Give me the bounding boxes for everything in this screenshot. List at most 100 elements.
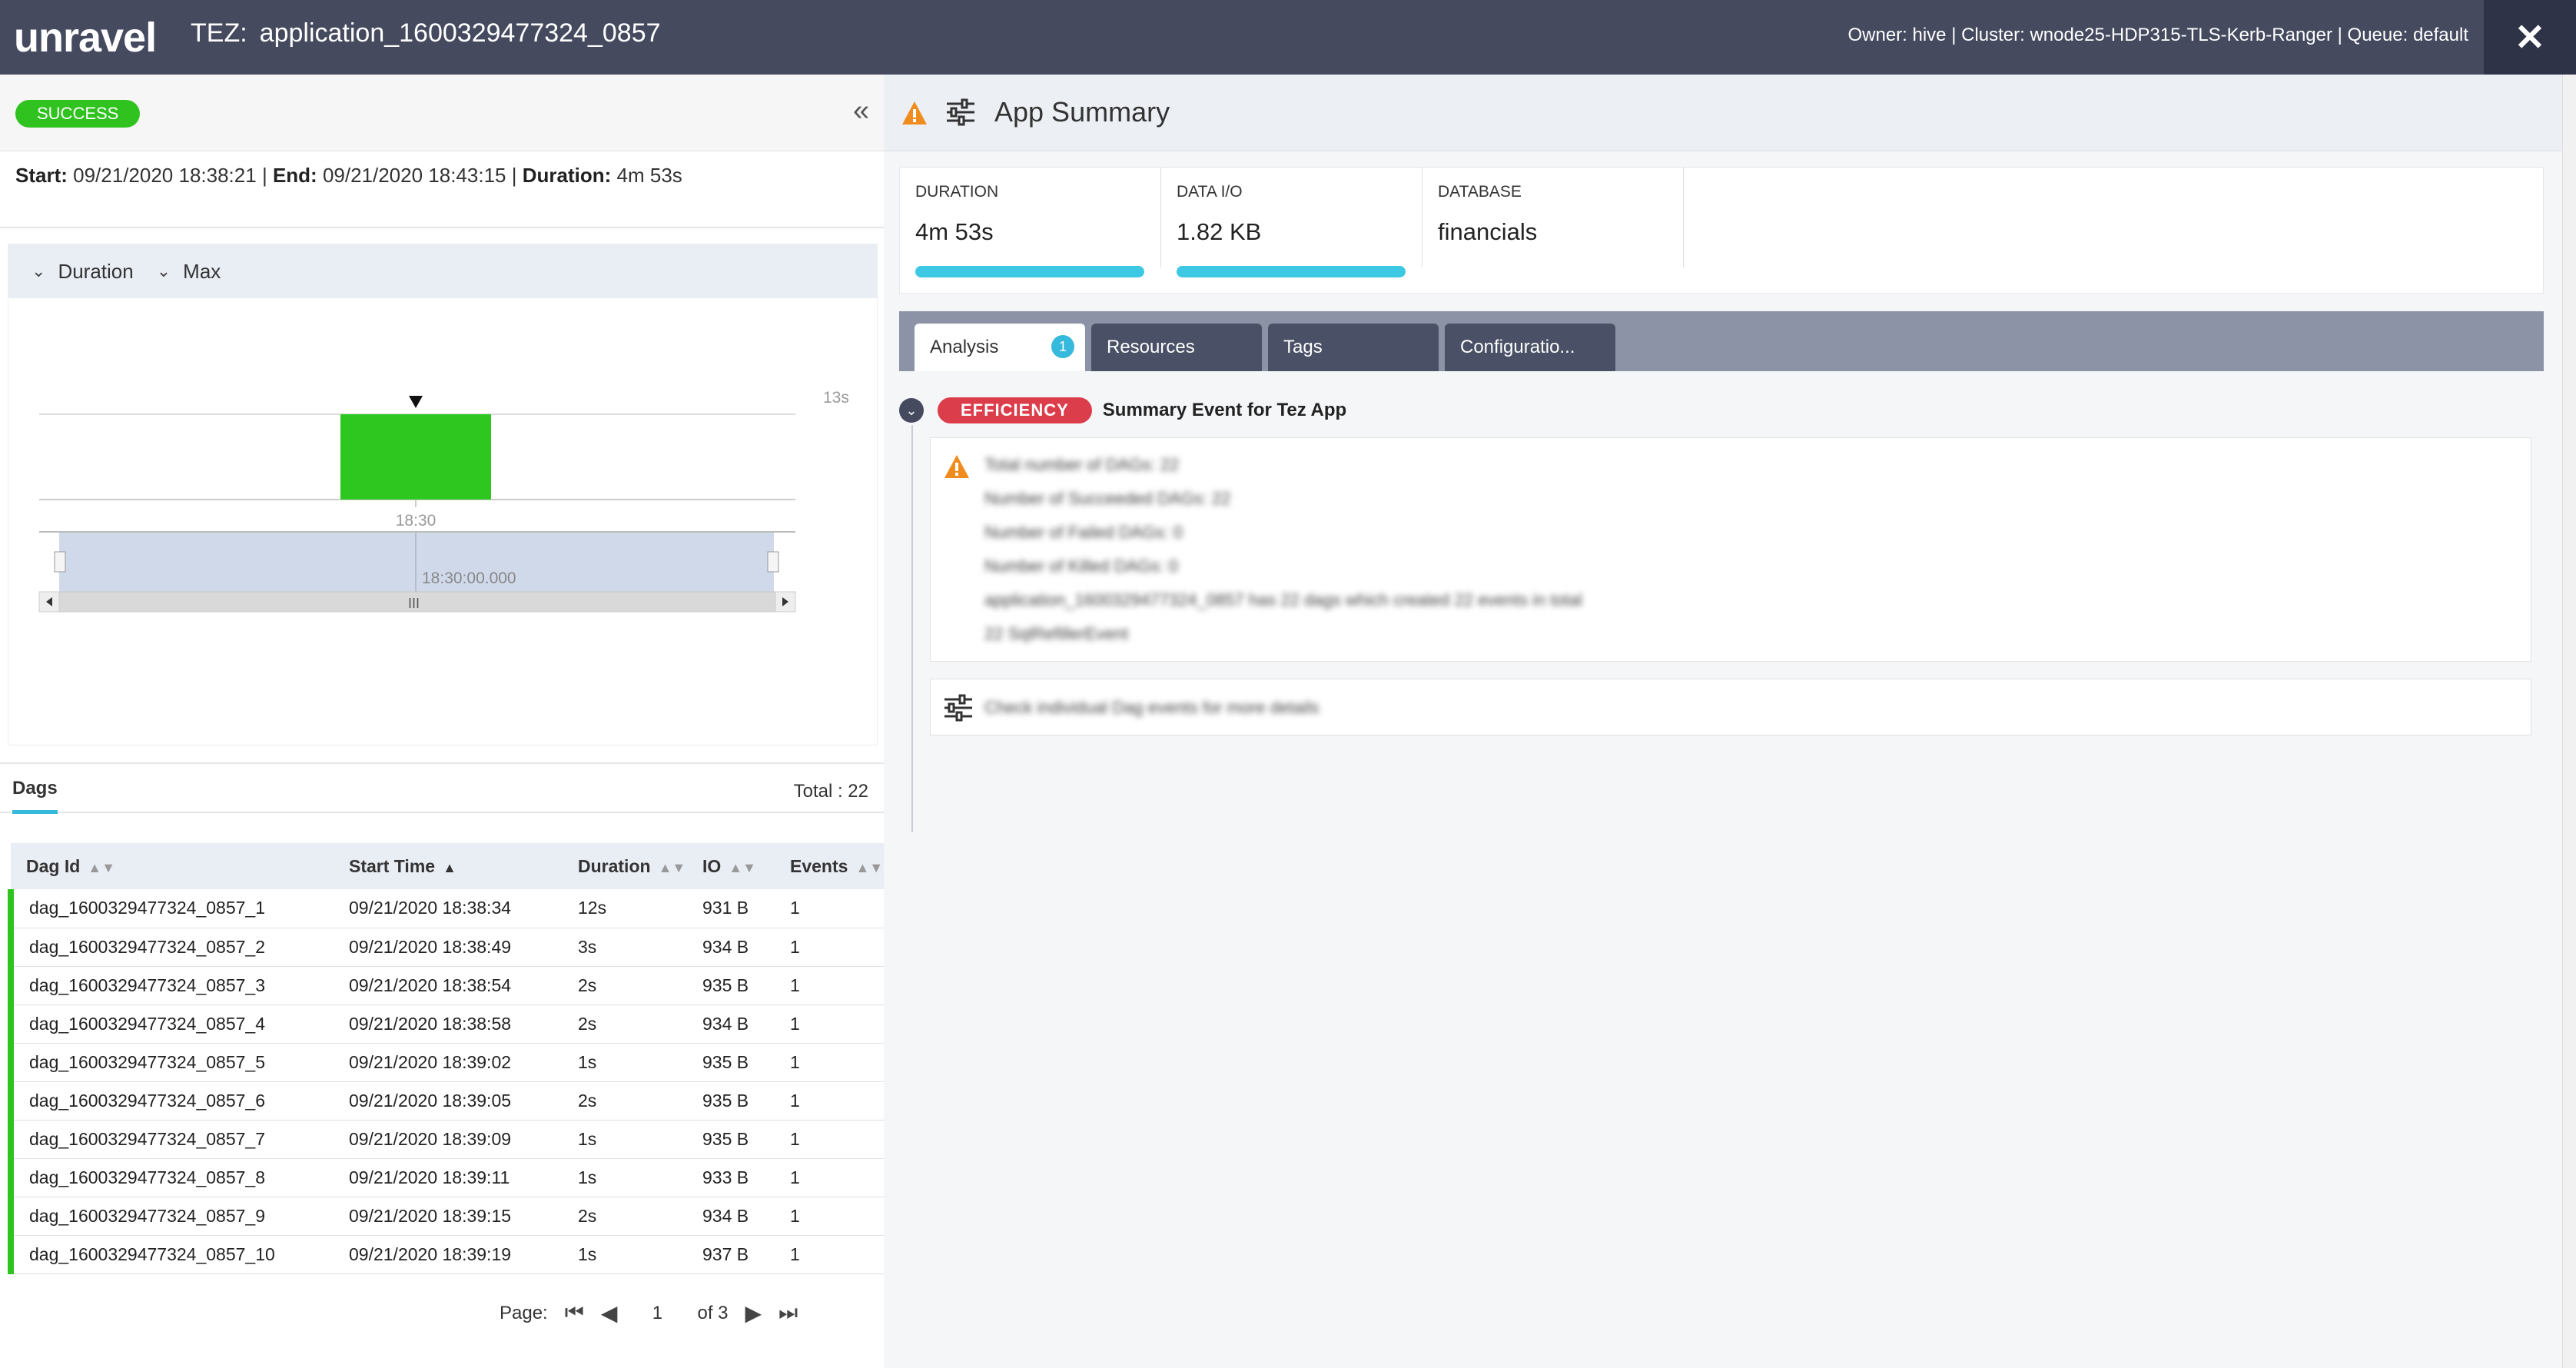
tab-analysis[interactable]: Analysis 1	[915, 324, 1085, 371]
table-row[interactable]: dag_1600329477324_0857_10 09/21/2020 18:3…	[8, 1235, 884, 1273]
page-scrollbar[interactable]	[2562, 75, 2576, 1368]
table-row[interactable]: dag_1600329477324_0857_5 09/21/2020 18:39…	[8, 1043, 884, 1081]
col-start-time[interactable]: Start Time ▲	[334, 843, 563, 889]
event-line: Check individual Dag events for more det…	[984, 698, 1320, 717]
expand-toggle[interactable]: ⌄	[899, 398, 924, 423]
cell-start-time: 09/21/2020 18:38:49	[349, 936, 512, 957]
warning-icon	[944, 455, 969, 478]
app-kind: TEZ:	[191, 18, 247, 48]
navigator-left-handle[interactable]	[54, 551, 66, 573]
tab-label: Analysis	[930, 337, 999, 357]
close-icon: ✕	[2514, 17, 2546, 58]
cell-dag-id[interactable]: dag_1600329477324_0857_5	[8, 1043, 334, 1081]
cell-duration: 1s	[578, 1243, 597, 1264]
next-page-button[interactable]: ▶	[745, 1300, 762, 1326]
pagination: Page: ⏮ ◀ 1 of 3 ▶ ⏭	[500, 1300, 798, 1326]
table-row[interactable]: dag_1600329477324_0857_4 09/21/2020 18:38…	[8, 1004, 884, 1043]
cell-start-time: 09/21/2020 18:39:05	[349, 1090, 512, 1111]
table-row[interactable]: dag_1600329477324_0857_9 09/21/2020 18:39…	[8, 1197, 884, 1235]
status-badge: SUCCESS	[15, 100, 141, 128]
cell-start-time: 09/21/2020 18:39:19	[349, 1243, 512, 1264]
metric-label: DATA I/O	[1177, 183, 1243, 201]
metric-label: DURATION	[915, 183, 999, 201]
tab-resources[interactable]: Resources	[1091, 324, 1262, 371]
x-tick-label: 18:30	[396, 512, 437, 530]
cell-start-time: 09/21/2020 18:39:11	[349, 1167, 510, 1187]
metric-dropdown[interactable]: ⌄ Duration	[32, 260, 134, 284]
cell-io: 931 B	[702, 898, 749, 918]
cell-duration: 1s	[578, 1051, 597, 1072]
last-page-button[interactable]: ⏭	[778, 1300, 798, 1326]
tab-dags[interactable]: Dags	[12, 778, 58, 814]
metric-progress-bar	[1177, 266, 1406, 277]
metric-value: 4m 53s	[915, 218, 994, 245]
cell-events: 1	[790, 1243, 800, 1264]
efficiency-badge: EFFICIENCY	[938, 397, 1092, 423]
event-row: ⌄ EFFICIENCY Summary Event for Tez App	[899, 397, 1346, 423]
y-tick-label: 13s	[823, 389, 849, 407]
summary-tabs: Analysis 1 Resources Tags Configuratio...	[899, 311, 2544, 371]
app-id: application_1600329477324_0857	[259, 18, 661, 48]
end-label: End:	[272, 164, 317, 187]
table-row[interactable]: dag_1600329477324_0857_2 09/21/2020 18:38…	[8, 928, 884, 966]
chevron-down-icon: ⌄	[32, 261, 46, 281]
prev-page-button[interactable]: ◀	[601, 1300, 618, 1326]
table-row[interactable]: dag_1600329477324_0857_8 09/21/2020 18:39…	[8, 1158, 884, 1197]
page-number-input[interactable]: 1	[634, 1303, 680, 1324]
aggregate-dropdown[interactable]: ⌄ Max	[157, 260, 221, 284]
table-row[interactable]: dag_1600329477324_0857_3 09/21/2020 18:38…	[8, 966, 884, 1004]
cell-dag-id[interactable]: dag_1600329477324_0857_10	[8, 1235, 334, 1273]
collapse-panel-button[interactable]: «	[853, 95, 869, 128]
cell-dag-id[interactable]: dag_1600329477324_0857_1	[8, 889, 334, 928]
cell-dag-id[interactable]: dag_1600329477324_0857_6	[8, 1081, 334, 1120]
event-line: 22 SqlRefillerEvent	[984, 624, 1129, 643]
cell-start-time: 09/21/2020 18:39:15	[349, 1205, 512, 1226]
cell-events: 1	[790, 1013, 800, 1034]
tab-count-badge: 1	[1051, 335, 1074, 358]
cell-dag-id[interactable]: dag_1600329477324_0857_9	[8, 1197, 334, 1235]
event-line: application_1600329477324_0857 has 22 da…	[984, 590, 1582, 609]
cell-duration: 12s	[578, 898, 607, 918]
col-events[interactable]: Events ▲▼	[775, 843, 884, 889]
col-header-label: Start Time	[349, 855, 436, 876]
metric-value: 1.82 KB	[1177, 218, 1262, 245]
tab-configuration[interactable]: Configuratio...	[1445, 324, 1615, 371]
divider	[0, 227, 884, 228]
chevron-down-icon: ⌄	[156, 261, 171, 281]
cell-dag-id[interactable]: dag_1600329477324_0857_7	[8, 1120, 334, 1158]
cell-duration: 2s	[578, 1205, 597, 1226]
col-header-label: Dag Id	[26, 855, 81, 876]
cell-duration: 3s	[578, 936, 597, 957]
end-value: 09/21/2020 18:43:15	[322, 164, 506, 187]
cell-events: 1	[790, 1090, 800, 1111]
cell-dag-id[interactable]: dag_1600329477324_0857_8	[8, 1158, 334, 1197]
col-io[interactable]: IO ▲▼	[687, 843, 775, 889]
metric-database: DATABASE financials	[1422, 168, 1684, 267]
table-row[interactable]: dag_1600329477324_0857_1 09/21/2020 18:38…	[8, 889, 884, 928]
col-duration[interactable]: Duration ▲▼	[563, 843, 687, 889]
close-button[interactable]: ✕	[2484, 0, 2576, 75]
cell-events: 1	[790, 1128, 800, 1149]
col-dag-id[interactable]: Dag Id ▲▼	[11, 843, 334, 889]
dags-table: Dag Id ▲▼ Start Time ▲ Duration ▲▼ IO ▲▼ Eve…	[8, 843, 884, 1274]
tab-tags[interactable]: Tags	[1268, 324, 1439, 371]
cell-dag-id[interactable]: dag_1600329477324_0857_4	[8, 1004, 334, 1043]
double-chevron-left-icon: «	[853, 95, 870, 127]
table-row[interactable]: dag_1600329477324_0857_6 09/21/2020 18:39…	[8, 1081, 884, 1120]
navigator-right-handle[interactable]	[767, 551, 779, 573]
cell-dag-id[interactable]: dag_1600329477324_0857_2	[8, 928, 334, 966]
chart-bar[interactable]	[340, 414, 491, 500]
table-row[interactable]: dag_1600329477324_0857_7 09/21/2020 18:39…	[8, 1120, 884, 1158]
chart-controls: ⌄ Duration ⌄ Max	[8, 244, 877, 298]
dag-duration-chart: ⌄ Duration ⌄ Max 18:30 13s 18:30:00.000	[8, 244, 878, 745]
metric-value: financials	[1438, 218, 1538, 245]
chevron-down-icon: ⌄	[905, 402, 918, 418]
cell-dag-id[interactable]: dag_1600329477324_0857_3	[8, 966, 334, 1004]
aggregate-dropdown-label: Max	[183, 259, 221, 283]
page-count: of 3	[697, 1302, 729, 1323]
sort-icon: ▲▼	[88, 859, 115, 875]
cell-io: 937 B	[702, 1243, 749, 1264]
summary-metrics: DURATION 4m 53s DATA I/O 1.82 KB DATABAS…	[899, 167, 2544, 294]
first-page-button[interactable]: ⏮	[565, 1300, 584, 1326]
event-line: Total number of DAGs: 22	[984, 455, 1180, 474]
